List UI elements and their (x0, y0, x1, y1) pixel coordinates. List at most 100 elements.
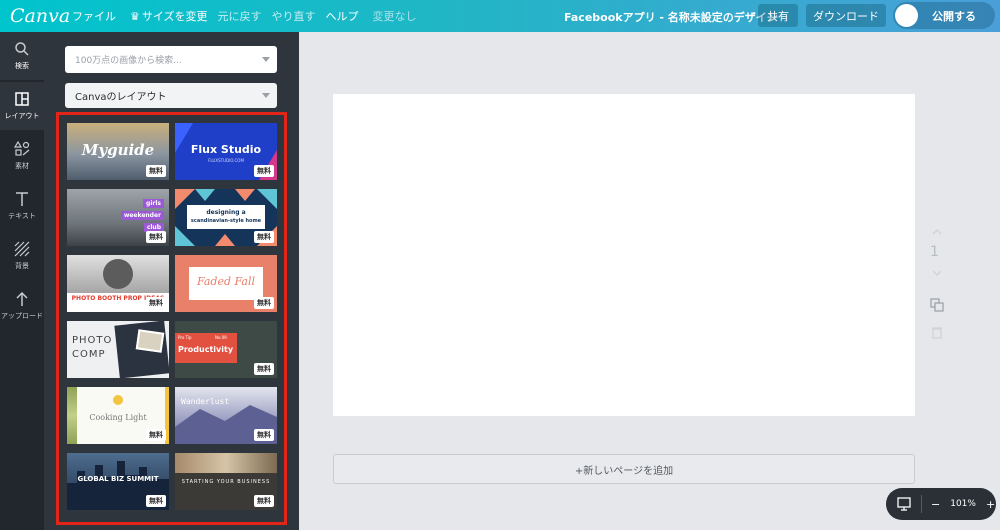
template-title: STARTING YOUR BUSINESS (181, 479, 271, 485)
template-scandinavian[interactable]: designing a scandinavian-style home 無料 (175, 189, 277, 246)
zoom-bar: − 101% + (886, 488, 996, 520)
template-global-biz-summit[interactable]: GLOBAL BIZ SUMMIT 無料 (67, 453, 169, 510)
free-badge: 無料 (146, 297, 166, 309)
free-badge: 無料 (254, 363, 274, 375)
toggle-knob (895, 4, 918, 27)
free-badge: 無料 (254, 231, 274, 243)
template-line: scandinavian-style home (190, 218, 262, 224)
template-productivity[interactable]: Pro Tip No.09 Productivity 無料 (175, 321, 277, 378)
upload-arrow-icon (16, 291, 28, 306)
add-page-button[interactable]: +新しいページを追加 (333, 454, 915, 484)
template-title: GLOBAL BIZ SUMMIT (77, 475, 159, 483)
menu-resize[interactable]: ♛ サイズを変更 (130, 8, 208, 24)
rail-label-upload: アップロード (1, 312, 43, 320)
divider (921, 495, 922, 513)
template-faded-fall[interactable]: Faded Fall 無料 (175, 255, 277, 312)
free-badge: 無料 (254, 165, 274, 177)
search-placeholder: 100万点の画像から検索... (75, 56, 182, 66)
template-title: Myguide (81, 141, 155, 159)
free-badge: 無料 (254, 429, 274, 441)
shapes-icon (14, 141, 30, 156)
template-title: Flux Studio (190, 143, 262, 156)
template-line: girls (143, 199, 164, 208)
rail-item-search[interactable]: 検索 (0, 32, 44, 80)
template-starting-business[interactable]: STARTING YOUR BUSINESS 無料 (175, 453, 277, 510)
image-search-input[interactable]: 100万点の画像から検索... (65, 46, 277, 73)
rail-label-background: 背景 (15, 262, 29, 270)
free-badge: 無料 (146, 429, 166, 441)
template-title: Wanderlust (181, 397, 230, 406)
left-rail: 検索 レイアウト 素材 テキスト 背景 アップロード (0, 32, 44, 530)
download-button[interactable]: ダウンロード (806, 4, 886, 27)
layout-source-value: Canvaのレイアウト (75, 92, 167, 103)
background-pattern-icon (14, 241, 30, 257)
layout-source-select[interactable]: Canvaのレイアウト (65, 83, 277, 108)
rail-label-elements: 素材 (15, 162, 29, 170)
chevron-up-icon[interactable] (930, 225, 944, 239)
free-badge: 無料 (146, 231, 166, 243)
share-button[interactable]: 共有 (758, 4, 798, 27)
free-badge: 無料 (146, 495, 166, 507)
template-title: Faded Fall (196, 275, 255, 288)
portrait-face (103, 259, 133, 289)
publish-label: 公開する (932, 9, 976, 23)
design-canvas[interactable] (333, 94, 915, 416)
rail-item-layout[interactable]: レイアウト (0, 82, 44, 130)
duplicate-page-icon[interactable] (930, 298, 944, 312)
rail-item-elements[interactable]: 素材 (0, 132, 44, 180)
template-photo-booth[interactable]: PHOTO BOOTH PROP IDEAS 無料 (67, 255, 169, 312)
top-bar: Canva ファイル ♛ サイズを変更 元に戻す やり直す ヘルプ 変更なし Fa… (0, 0, 1000, 32)
lemon-icon (113, 395, 123, 405)
template-line: designing a (206, 209, 246, 216)
save-status: 変更なし (372, 10, 417, 23)
template-wanderlust[interactable]: Wanderlust 無料 (175, 387, 277, 444)
menu-file[interactable]: ファイル (72, 8, 116, 24)
page-number: 1 (930, 244, 939, 260)
template-subtitle: FLUXSTUDIO.COM (208, 158, 244, 163)
layout-icon (15, 92, 29, 106)
canva-logo[interactable]: Canva (10, 5, 70, 27)
rail-item-background[interactable]: 背景 (0, 232, 44, 280)
menu-redo[interactable]: やり直す (272, 8, 316, 24)
template-flux-studio[interactable]: Flux Studio FLUXSTUDIO.COM 無料 (175, 123, 277, 180)
document-title[interactable]: Facebookアプリ - 名称未設定のデザイン (564, 9, 778, 25)
menu-help[interactable]: ヘルプ (326, 8, 359, 24)
zoom-level[interactable]: 101% (950, 499, 976, 509)
template-girls-weekender[interactable]: girls weekender club 無料 (67, 189, 169, 246)
template-photo-comp[interactable]: PHOTO COMP (67, 321, 169, 378)
template-line: weekender (120, 211, 164, 220)
photo-card (135, 329, 165, 353)
menu-undo[interactable]: 元に戻す (218, 8, 262, 24)
template-myguide[interactable]: Myguide 無料 (67, 123, 169, 180)
rail-label-text: テキスト (8, 212, 36, 220)
zoom-in-button[interactable]: + (986, 498, 995, 511)
template-grid: Myguide 無料 Flux Studio FLUXSTUDIO.COM 無料… (56, 112, 287, 525)
text-icon (16, 192, 28, 206)
template-line: COMP (72, 349, 106, 360)
template-title: Cooking Light (89, 413, 147, 422)
chevron-down-icon (262, 93, 270, 98)
chevron-down-icon (262, 57, 270, 62)
presentation-icon[interactable] (897, 497, 911, 511)
free-badge: 無料 (254, 297, 274, 309)
zoom-out-button[interactable]: − (931, 498, 940, 511)
publish-toggle[interactable]: 公開する (893, 2, 995, 29)
template-line: PHOTO (72, 335, 113, 346)
search-icon (15, 42, 29, 56)
template-number: No.09 (215, 335, 227, 340)
desk-photo (175, 453, 277, 473)
free-badge: 無料 (254, 495, 274, 507)
trash-icon[interactable] (930, 325, 944, 339)
rail-label-layout: レイアウト (4, 112, 40, 120)
layouts-panel: 100万点の画像から検索... Canvaのレイアウト Myguide 無料 F… (44, 32, 299, 530)
crown-icon: ♛ (130, 10, 140, 23)
chevron-down-icon[interactable] (930, 266, 944, 280)
rail-label-search: 検索 (15, 62, 29, 70)
rail-item-text[interactable]: テキスト (0, 182, 44, 230)
template-tag: Pro Tip (178, 335, 192, 340)
menu-resize-label: サイズを変更 (141, 10, 208, 23)
template-cooking-light[interactable]: Cooking Light 無料 (67, 387, 169, 444)
rail-item-upload[interactable]: アップロード (0, 282, 44, 330)
free-badge: 無料 (146, 165, 166, 177)
template-title: Productivity (178, 345, 234, 354)
